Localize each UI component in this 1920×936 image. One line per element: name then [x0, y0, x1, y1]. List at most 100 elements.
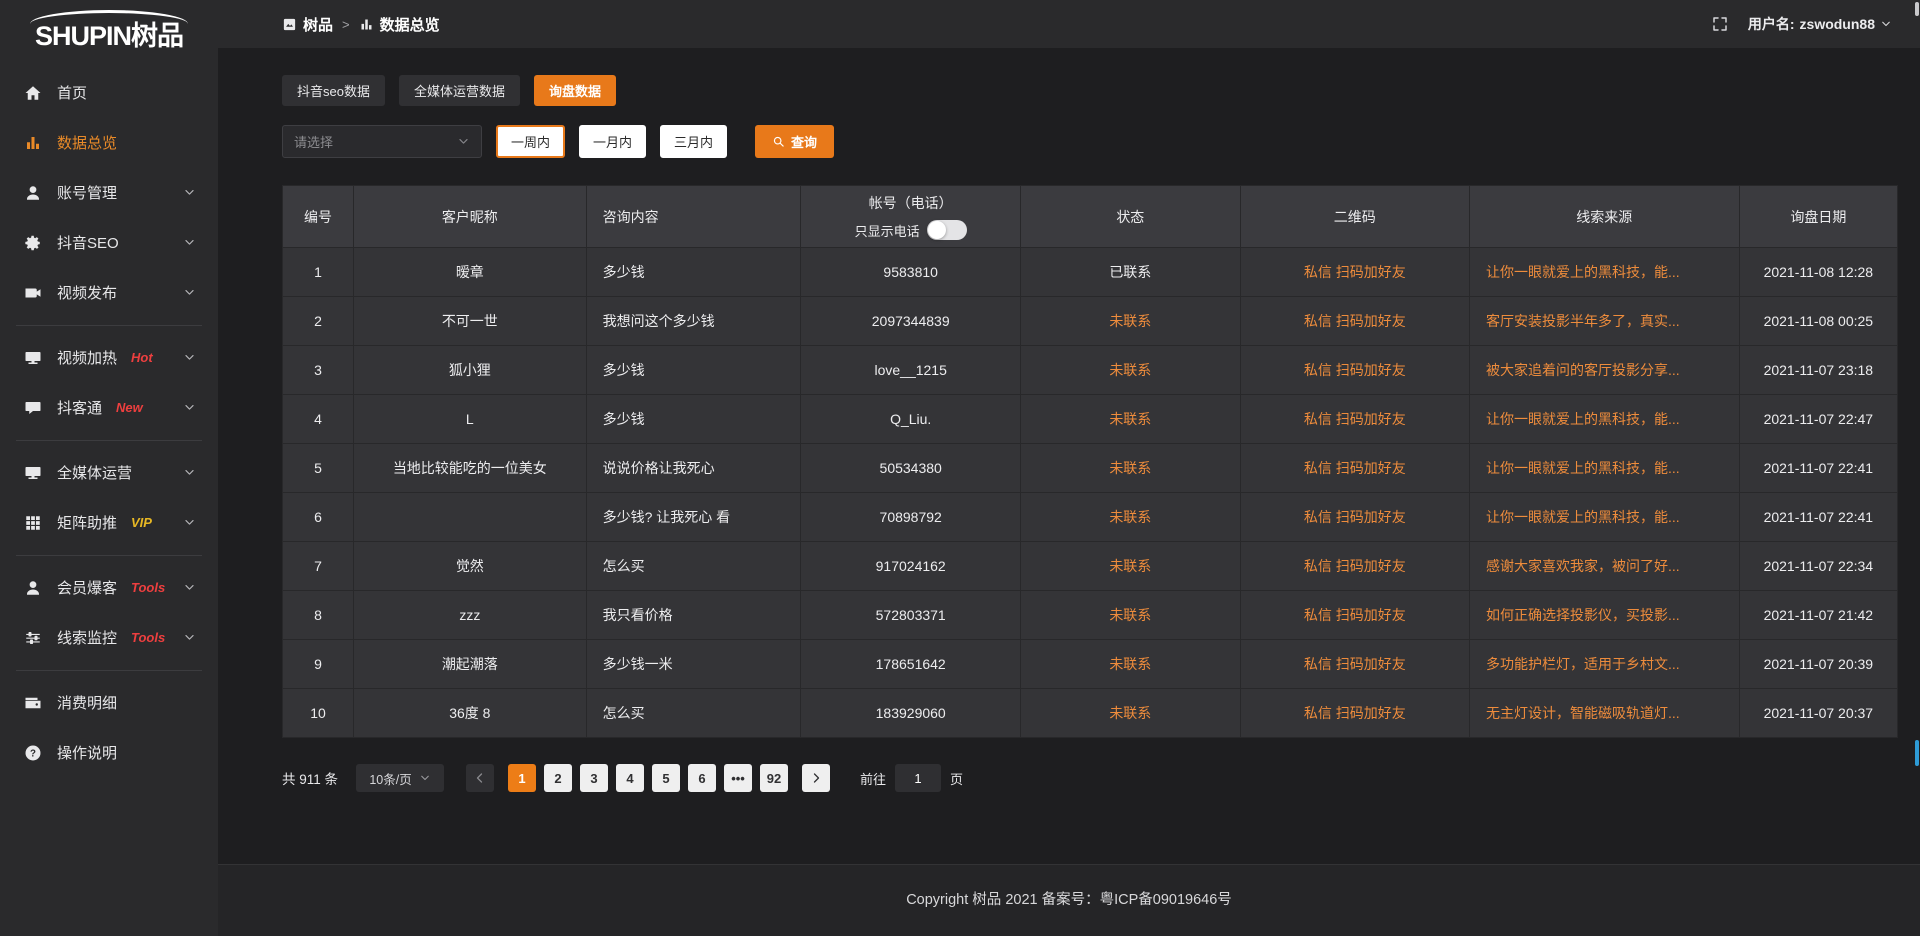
sidebar-item-home[interactable]: 首页	[0, 68, 218, 118]
scrollbar-marker	[1915, 740, 1919, 766]
cell-source-link[interactable]: 让你一眼就爱上的黑科技，能...	[1469, 444, 1739, 493]
copyright-text: Copyright 树品 2021 备案号：粤ICP备09019646号	[906, 892, 1232, 908]
sidebar-item-douketong[interactable]: 抖客通New	[0, 383, 218, 433]
sidebar-item-data-overview[interactable]: 数据总览	[0, 118, 218, 168]
cell-source-link[interactable]: 如何正确选择投影仪，买投影...	[1469, 591, 1739, 640]
cell-qrcode-links[interactable]: 私信 扫码加好友	[1240, 493, 1469, 542]
cell-content: 多少钱	[586, 395, 801, 444]
goto-page-input[interactable]	[895, 764, 941, 792]
page-button-3[interactable]: 3	[580, 764, 608, 792]
cell-account: 183929060	[801, 689, 1021, 738]
sidebar-item-label: 全媒体运营	[57, 462, 132, 483]
sidebar-item-clue-monitor[interactable]: 线索监控Tools	[0, 613, 218, 663]
chevron-down-icon	[183, 286, 196, 299]
col-no: 编号	[283, 186, 354, 248]
cell-nickname: 暧章	[354, 248, 587, 297]
cell-source-link[interactable]: 客厅安装投影半年多了，真实...	[1469, 297, 1739, 346]
sidebar-item-member-baoke[interactable]: 会员爆客Tools	[0, 563, 218, 613]
sidebar-item-video-publish[interactable]: 视频发布	[0, 268, 218, 318]
cell-source-link[interactable]: 让你一眼就爱上的黑科技，能...	[1469, 248, 1739, 297]
sidebar-item-help[interactable]: 操作说明	[0, 728, 218, 778]
chart-icon	[24, 134, 42, 152]
page-button-1[interactable]: 1	[508, 764, 536, 792]
sidebar-item-label: 数据总览	[57, 132, 117, 153]
logo-text-en: SHUPIN	[35, 21, 131, 51]
user-menu[interactable]: 用户名: zswodun88	[1748, 14, 1892, 34]
tab-1[interactable]: 全媒体运营数据	[399, 75, 520, 106]
cell-nickname: 当地比较能吃的一位美女	[354, 444, 587, 493]
page-buttons: 123456 ••• 92	[508, 764, 788, 792]
page-more-button[interactable]: •••	[724, 764, 752, 792]
cell-qrcode-links[interactable]: 私信 扫码加好友	[1240, 346, 1469, 395]
page-button-92[interactable]: 92	[760, 764, 788, 792]
scrollbar-thumb[interactable]	[1915, 2, 1919, 16]
cell-source-link[interactable]: 让你一眼就爱上的黑科技，能...	[1469, 395, 1739, 444]
cell-qrcode-links[interactable]: 私信 扫码加好友	[1240, 248, 1469, 297]
cell-nickname: 不可一世	[354, 297, 587, 346]
sidebar-divider	[16, 555, 202, 556]
cell-date: 2021-11-07 23:18	[1739, 346, 1897, 395]
tab-0[interactable]: 抖音seo数据	[282, 75, 385, 106]
cell-date: 2021-11-07 20:37	[1739, 689, 1897, 738]
cell-account: 70898792	[801, 493, 1021, 542]
breadcrumb: 树品 > 数据总览	[282, 14, 440, 35]
period-button-1[interactable]: 一月内	[579, 125, 646, 158]
cell-source-link[interactable]: 让你一眼就爱上的黑科技，能...	[1469, 493, 1739, 542]
cell-date: 2021-11-07 22:34	[1739, 542, 1897, 591]
col-nickname: 客户昵称	[354, 186, 587, 248]
table-row: 5当地比较能吃的一位美女说说价格让我死心50534380未联系私信 扫码加好友让…	[283, 444, 1898, 493]
username-label: 用户名:	[1748, 14, 1795, 34]
breadcrumb-item-current[interactable]: 数据总览	[359, 14, 440, 35]
cell-qrcode-links[interactable]: 私信 扫码加好友	[1240, 297, 1469, 346]
cell-no: 3	[283, 346, 354, 395]
sidebar-item-label: 操作说明	[57, 742, 117, 763]
sidebar-item-media-operation[interactable]: 全媒体运营	[0, 448, 218, 498]
page-button-4[interactable]: 4	[616, 764, 644, 792]
period-button-2[interactable]: 三月内	[660, 125, 727, 158]
prev-page-button[interactable]	[466, 764, 494, 792]
app-root: SHUPIN树品 首页数据总览账号管理抖音SEO视频发布视频加热Hot抖客通Ne…	[0, 0, 1920, 936]
cell-qrcode-links[interactable]: 私信 扫码加好友	[1240, 395, 1469, 444]
topbar: 树品 > 数据总览 用户名: zswodun88	[218, 0, 1920, 48]
user-icon	[24, 579, 42, 597]
cell-source-link[interactable]: 感谢大家喜欢我家，被问了好...	[1469, 542, 1739, 591]
sidebar-item-account-manage[interactable]: 账号管理	[0, 168, 218, 218]
sidebar-item-video-heat[interactable]: 视频加热Hot	[0, 333, 218, 383]
cell-content: 说说价格让我死心	[586, 444, 801, 493]
sidebar-item-badge: Hot	[131, 350, 153, 365]
tab-2[interactable]: 询盘数据	[534, 75, 616, 106]
sidebar-item-matrix-boost[interactable]: 矩阵助推VIP	[0, 498, 218, 548]
sidebar-item-consume-detail[interactable]: 消费明细	[0, 678, 218, 728]
grid-icon	[24, 514, 42, 532]
cell-date: 2021-11-07 22:41	[1739, 493, 1897, 542]
fullscreen-icon[interactable]	[1712, 16, 1728, 32]
page-size-select[interactable]: 10条/页	[356, 764, 444, 792]
breadcrumb-item-home[interactable]: 树品	[282, 14, 333, 35]
cell-content: 多少钱	[586, 248, 801, 297]
cell-status: 未联系	[1021, 640, 1241, 689]
sidebar-item-douyin-seo[interactable]: 抖音SEO	[0, 218, 218, 268]
cell-qrcode-links[interactable]: 私信 扫码加好友	[1240, 542, 1469, 591]
search-button[interactable]: 查询	[755, 125, 834, 158]
next-page-button[interactable]	[802, 764, 830, 792]
phone-only-toggle[interactable]	[927, 220, 967, 240]
cell-qrcode-links[interactable]: 私信 扫码加好友	[1240, 444, 1469, 493]
table-row: 1036度 8怎么买183929060未联系私信 扫码加好友无主灯设计，智能磁吸…	[283, 689, 1898, 738]
cell-content: 多少钱一米	[586, 640, 801, 689]
sidebar: SHUPIN树品 首页数据总览账号管理抖音SEO视频发布视频加热Hot抖客通Ne…	[0, 0, 218, 936]
sidebar-divider	[16, 670, 202, 671]
cell-date: 2021-11-08 12:28	[1739, 248, 1897, 297]
cell-qrcode-links[interactable]: 私信 扫码加好友	[1240, 640, 1469, 689]
filter-select[interactable]: 请选择	[282, 125, 482, 158]
cell-source-link[interactable]: 被大家追着问的客厅投影分享...	[1469, 346, 1739, 395]
cell-no: 8	[283, 591, 354, 640]
goto-page: 前往 页	[860, 764, 963, 792]
cell-source-link[interactable]: 无主灯设计，智能磁吸轨道灯...	[1469, 689, 1739, 738]
period-button-0[interactable]: 一周内	[496, 125, 565, 158]
page-button-2[interactable]: 2	[544, 764, 572, 792]
page-button-5[interactable]: 5	[652, 764, 680, 792]
cell-qrcode-links[interactable]: 私信 扫码加好友	[1240, 689, 1469, 738]
cell-qrcode-links[interactable]: 私信 扫码加好友	[1240, 591, 1469, 640]
page-button-6[interactable]: 6	[688, 764, 716, 792]
cell-source-link[interactable]: 多功能护栏灯，适用于乡村文...	[1469, 640, 1739, 689]
